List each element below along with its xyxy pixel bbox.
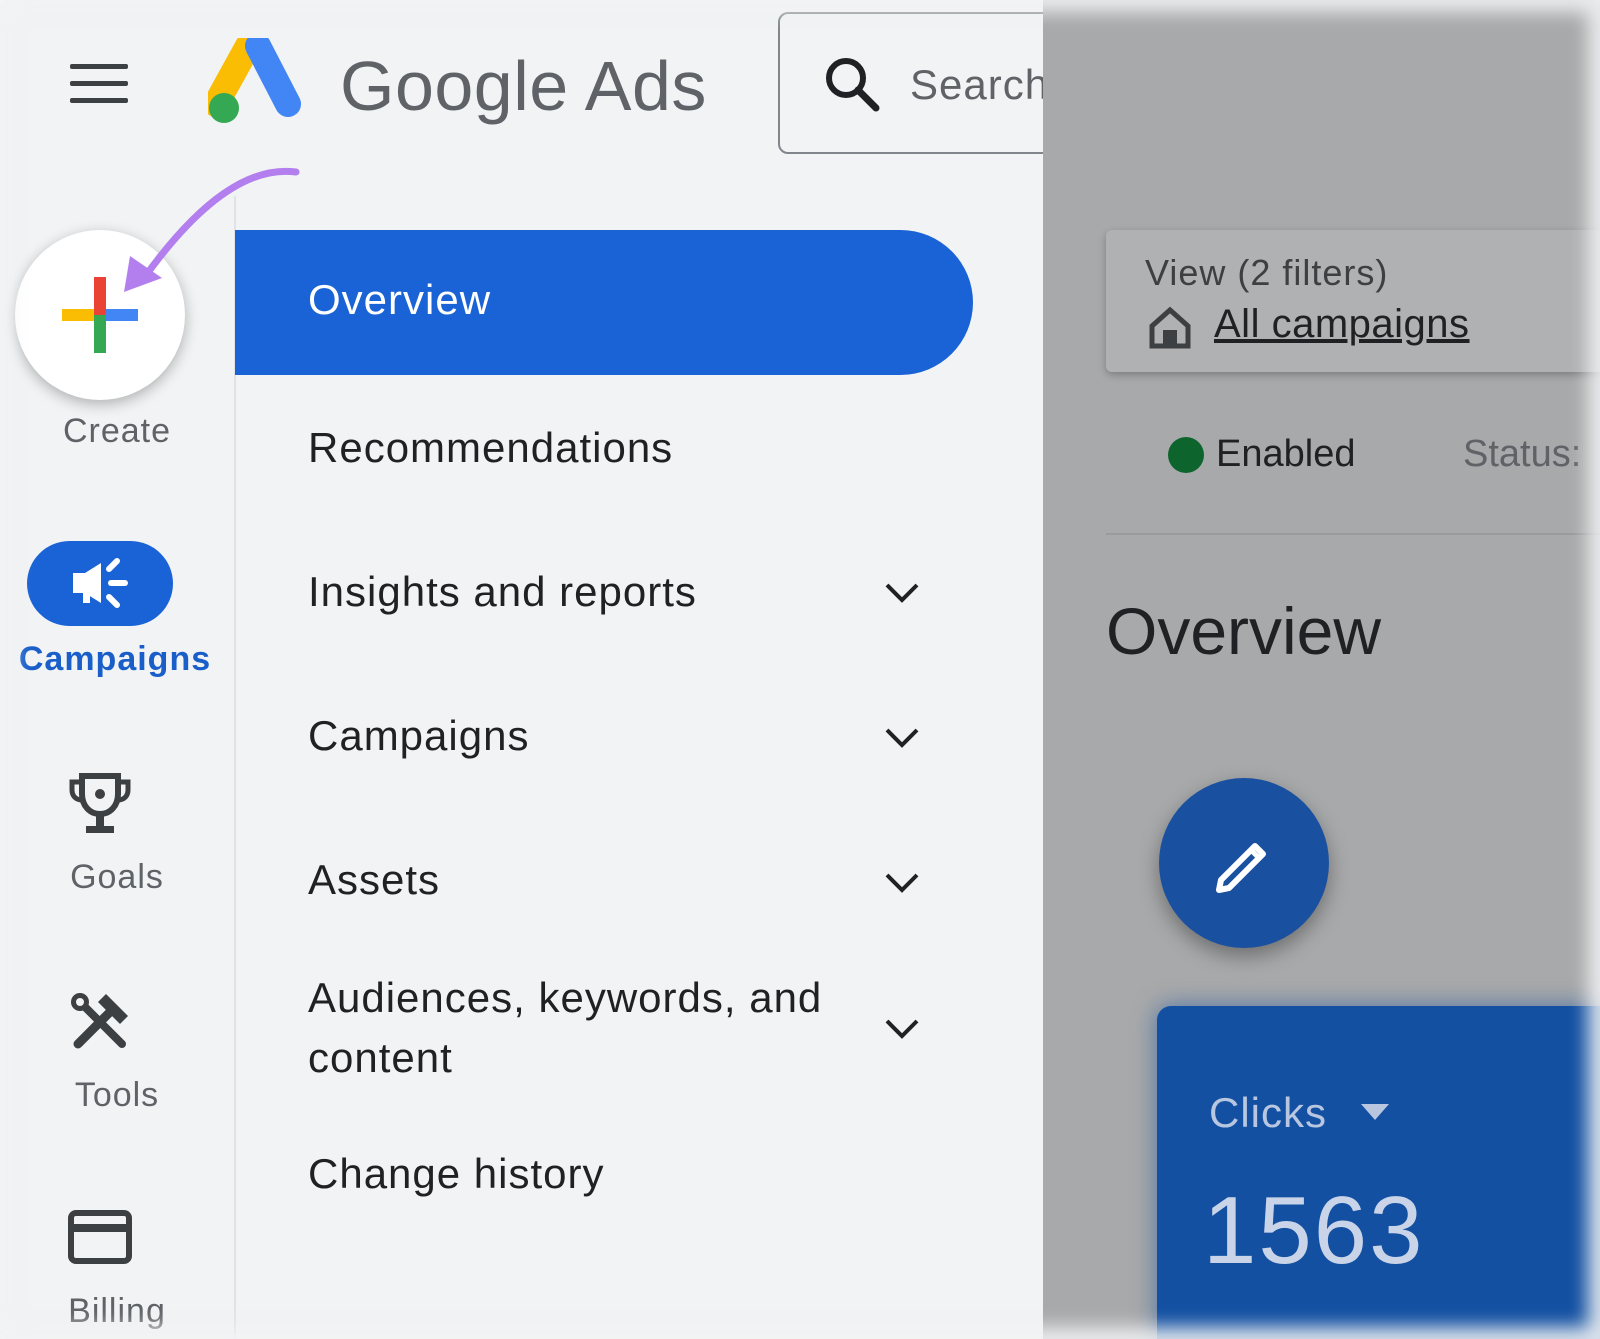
trophy-icon[interactable] xyxy=(68,772,132,836)
status-filter-label[interactable]: Status: xyxy=(1463,433,1581,476)
rail-item-campaigns[interactable] xyxy=(27,541,173,626)
view-filter-card[interactable]: View (2 filters) All campaigns xyxy=(1106,230,1600,372)
create-button[interactable] xyxy=(15,230,185,400)
metric-card-clicks[interactable]: Clicks 1563 xyxy=(1157,1006,1600,1339)
edit-button[interactable] xyxy=(1159,778,1329,948)
chevron-down-icon[interactable] xyxy=(884,582,920,604)
rail-label-tools[interactable]: Tools xyxy=(0,1076,234,1115)
divider xyxy=(1106,533,1600,535)
view-link-all-campaigns[interactable]: All campaigns xyxy=(1214,302,1470,347)
nav-item-overview[interactable]: Overview xyxy=(235,230,973,375)
chevron-down-icon[interactable] xyxy=(884,727,920,749)
nav-item-label: Overview xyxy=(308,276,492,323)
nav-item-audiences-keywords-content[interactable]: Audiences, keywords, and xyxy=(308,974,822,1022)
credit-card-icon[interactable] xyxy=(68,1210,132,1264)
nav-item-campaigns[interactable]: Campaigns xyxy=(308,712,529,760)
logo-text: Google Ads xyxy=(340,47,707,125)
metric-label: Clicks xyxy=(1209,1089,1327,1136)
home-icon xyxy=(1149,306,1191,349)
create-label: Create xyxy=(62,412,172,450)
menu-icon[interactable] xyxy=(70,64,128,104)
rail-label-goals[interactable]: Goals xyxy=(0,858,234,897)
page-title: Overview xyxy=(1106,594,1382,668)
megaphone-icon xyxy=(73,558,128,608)
nav-item-insights-and-reports[interactable]: Insights and reports xyxy=(308,568,697,616)
status-dot xyxy=(1168,437,1204,473)
nav-item-recommendations[interactable]: Recommendations xyxy=(308,424,673,472)
nav-item-audiences-keywords-content-line2[interactable]: content xyxy=(308,1034,453,1082)
rail-label-billing[interactable]: Billing xyxy=(0,1292,234,1331)
scrim-edge xyxy=(1043,0,1065,1339)
nav-item-change-history[interactable]: Change history xyxy=(308,1150,605,1198)
plus-icon xyxy=(62,277,138,353)
tools-icon[interactable] xyxy=(68,990,132,1054)
google-ads-logo-icon xyxy=(208,38,301,123)
main-content-dimmed: View (2 filters) All campaigns Enabled S… xyxy=(1043,0,1600,1339)
chevron-down-icon[interactable] xyxy=(884,872,920,894)
pencil-icon xyxy=(1216,843,1266,893)
rail-label-campaigns[interactable]: Campaigns xyxy=(0,640,232,679)
google-ads-screen: Google Ads Create Campaigns xyxy=(0,0,1600,1339)
search-icon xyxy=(826,58,880,112)
view-title: View (2 filters) xyxy=(1145,252,1389,293)
nav-item-assets[interactable]: Assets xyxy=(308,856,440,904)
chevron-down-icon[interactable] xyxy=(884,1018,920,1040)
metric-value: 1563 xyxy=(1203,1177,1425,1284)
dropdown-caret-icon[interactable] xyxy=(1361,1104,1389,1120)
enabled-filter-label[interactable]: Enabled xyxy=(1216,433,1355,476)
